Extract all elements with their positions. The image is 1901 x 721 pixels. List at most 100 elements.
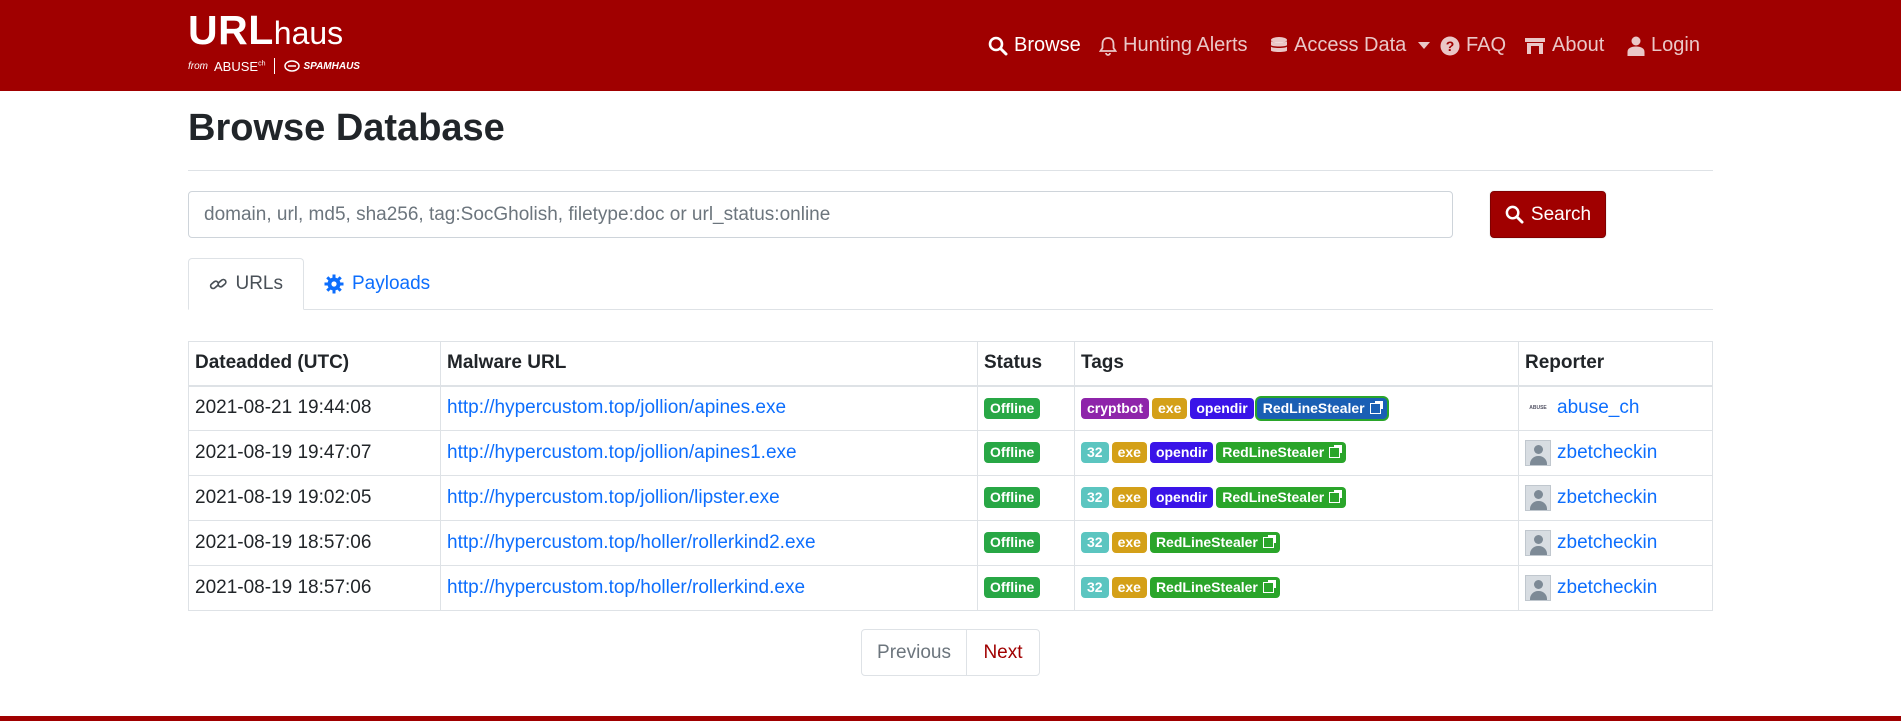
status-badge: Offline bbox=[984, 532, 1041, 554]
cell-url: http://hypercustom.top/jollion/apines1.e… bbox=[440, 430, 978, 476]
tag-badge-malware[interactable]: RedLineStealer bbox=[1149, 577, 1280, 599]
cell-tags: 32 exe opendir RedLineStealer bbox=[1074, 475, 1519, 521]
header-status: Status bbox=[977, 341, 1075, 387]
tag-badge[interactable]: exe bbox=[1111, 577, 1147, 599]
top-navbar: URLhaus from ABUSEch SPAMHAUS Browse Hun… bbox=[0, 0, 1901, 91]
footer-bar bbox=[0, 716, 1901, 721]
table-row: 2021-08-19 18:57:06 http://hypercustom.t… bbox=[188, 520, 1713, 566]
tag-label: RedLineStealer bbox=[1222, 489, 1325, 506]
cell-status: Offline bbox=[977, 385, 1075, 431]
reporter-link[interactable]: abuse_ch bbox=[1557, 397, 1639, 419]
cell-tags: 32 exe opendir RedLineStealer bbox=[1074, 430, 1519, 476]
tag-badge[interactable]: opendir bbox=[1149, 442, 1214, 464]
cell-dateadded: 2021-08-19 18:57:06 bbox=[188, 565, 441, 611]
cell-dateadded: 2021-08-19 19:02:05 bbox=[188, 475, 441, 521]
reporter-link[interactable]: zbetcheckin bbox=[1557, 487, 1657, 509]
header-reporter: Reporter bbox=[1518, 341, 1713, 387]
tag-badge-malware[interactable]: RedLineStealer bbox=[1149, 532, 1280, 554]
cell-reporter: zbetcheckin bbox=[1518, 430, 1713, 476]
cell-tags: 32 exe RedLineStealer bbox=[1074, 520, 1519, 566]
malware-url-link[interactable]: http://hypercustom.top/holler/rollerkind… bbox=[447, 532, 816, 553]
cell-dateadded: 2021-08-19 18:57:06 bbox=[188, 520, 441, 566]
cell-tags: 32 exe RedLineStealer bbox=[1074, 565, 1519, 611]
tag-badge[interactable]: exe bbox=[1111, 532, 1147, 554]
search-button-label: Search bbox=[1530, 203, 1592, 225]
nav-browse-label: Browse bbox=[1014, 34, 1081, 56]
cell-url: http://hypercustom.top/holler/rollerkind… bbox=[440, 565, 978, 611]
nav-faq[interactable]: ? FAQ bbox=[1440, 0, 1506, 91]
nav-about-label: About bbox=[1552, 34, 1605, 56]
nav-hunting-alerts[interactable]: Hunting Alerts bbox=[1099, 0, 1248, 91]
header-malware-url: Malware URL bbox=[440, 341, 978, 387]
nav-faq-label: FAQ bbox=[1466, 34, 1507, 56]
bell-icon bbox=[1099, 36, 1117, 56]
tag-badge[interactable]: exe bbox=[1111, 442, 1147, 464]
cell-status: Offline bbox=[977, 520, 1075, 566]
nav-access-label: Access Data bbox=[1294, 34, 1407, 56]
search-input[interactable] bbox=[188, 191, 1453, 238]
urlhaus-logo[interactable]: URLhaus from ABUSEch SPAMHAUS bbox=[188, 10, 360, 74]
divider bbox=[188, 170, 1713, 171]
tag-label: RedLineStealer bbox=[1155, 534, 1258, 551]
cell-tags: cryptbot exe opendir RedLineStealer bbox=[1074, 385, 1519, 431]
cell-reporter: zbetcheckin bbox=[1518, 520, 1713, 566]
tag-label: RedLineStealer bbox=[1155, 579, 1258, 596]
nav-hunting-label: Hunting Alerts bbox=[1123, 34, 1248, 56]
tag-badge[interactable]: opendir bbox=[1149, 487, 1214, 509]
tab-urls[interactable]: URLs bbox=[188, 258, 304, 310]
table-row: 2021-08-19 19:02:05 http://hypercustom.t… bbox=[188, 475, 1713, 521]
gear-icon bbox=[324, 274, 344, 294]
search-button[interactable]: Search bbox=[1490, 191, 1606, 238]
tag-badge-malware[interactable]: RedLineStealer bbox=[1256, 397, 1387, 419]
tag-badge[interactable]: 32 bbox=[1081, 487, 1109, 509]
url-table: Dateadded (UTC) Malware URL Status Tags … bbox=[188, 341, 1713, 611]
external-link-icon bbox=[1329, 490, 1343, 504]
avatar bbox=[1525, 440, 1551, 466]
tag-badge[interactable]: 32 bbox=[1081, 577, 1109, 599]
malware-url-link[interactable]: http://hypercustom.top/jollion/apines.ex… bbox=[447, 397, 786, 418]
reporter-link[interactable]: zbetcheckin bbox=[1557, 442, 1657, 464]
cell-status: Offline bbox=[977, 430, 1075, 476]
external-link-icon bbox=[1369, 400, 1383, 414]
tag-badge[interactable]: cryptbot bbox=[1081, 397, 1149, 419]
status-badge: Offline bbox=[984, 397, 1041, 419]
tag-badge-malware[interactable]: RedLineStealer bbox=[1216, 487, 1347, 509]
tag-badge-malware[interactable]: RedLineStealer bbox=[1216, 442, 1347, 464]
link-icon bbox=[209, 278, 227, 290]
database-icon bbox=[1271, 36, 1287, 52]
tab-payloads[interactable]: Payloads bbox=[304, 258, 450, 310]
malware-url-link[interactable]: http://hypercustom.top/jollion/apines1.e… bbox=[447, 442, 797, 463]
nav-browse[interactable]: Browse bbox=[988, 0, 1081, 91]
nav-access-data-dropdown[interactable]: Access Data bbox=[1270, 0, 1431, 91]
tag-label: RedLineStealer bbox=[1262, 399, 1365, 416]
tag-badge[interactable]: 32 bbox=[1081, 532, 1109, 554]
reporter-link[interactable]: zbetcheckin bbox=[1557, 577, 1657, 599]
spamhaus-logo: SPAMHAUS bbox=[284, 60, 360, 72]
next-page-button[interactable]: Next bbox=[967, 630, 1039, 675]
malware-url-link[interactable]: http://hypercustom.top/holler/rollerkind… bbox=[447, 577, 805, 598]
nav-login[interactable]: Login bbox=[1627, 0, 1700, 91]
tag-badge[interactable]: 32 bbox=[1081, 442, 1109, 464]
header-dateadded: Dateadded (UTC) bbox=[188, 341, 441, 387]
nav-about[interactable]: About bbox=[1524, 0, 1604, 91]
nav-login-label: Login bbox=[1651, 34, 1700, 56]
tag-badge[interactable]: exe bbox=[1111, 487, 1147, 509]
user-icon bbox=[1627, 36, 1645, 56]
cell-url: http://hypercustom.top/jollion/apines.ex… bbox=[440, 385, 978, 431]
status-badge: Offline bbox=[984, 442, 1041, 464]
previous-page-button[interactable]: Previous bbox=[862, 630, 967, 675]
tag-badge[interactable]: exe bbox=[1152, 397, 1188, 419]
cell-reporter: zbetcheckin bbox=[1518, 475, 1713, 521]
cell-dateadded: 2021-08-19 19:47:07 bbox=[188, 430, 441, 476]
building-icon bbox=[1525, 37, 1545, 54]
avatar bbox=[1525, 575, 1551, 601]
status-badge: Offline bbox=[984, 577, 1041, 599]
abuse-ch-logo: ABUSEch bbox=[214, 58, 266, 74]
search-icon bbox=[988, 36, 1008, 55]
avatar bbox=[1525, 485, 1551, 511]
cell-dateadded: 2021-08-21 19:44:08 bbox=[188, 385, 441, 431]
tag-badge[interactable]: opendir bbox=[1190, 397, 1254, 419]
malware-url-link[interactable]: http://hypercustom.top/jollion/lipster.e… bbox=[447, 487, 780, 508]
reporter-link[interactable]: zbetcheckin bbox=[1557, 532, 1657, 554]
abuse-ch-avatar: ABUSE bbox=[1529, 405, 1547, 412]
